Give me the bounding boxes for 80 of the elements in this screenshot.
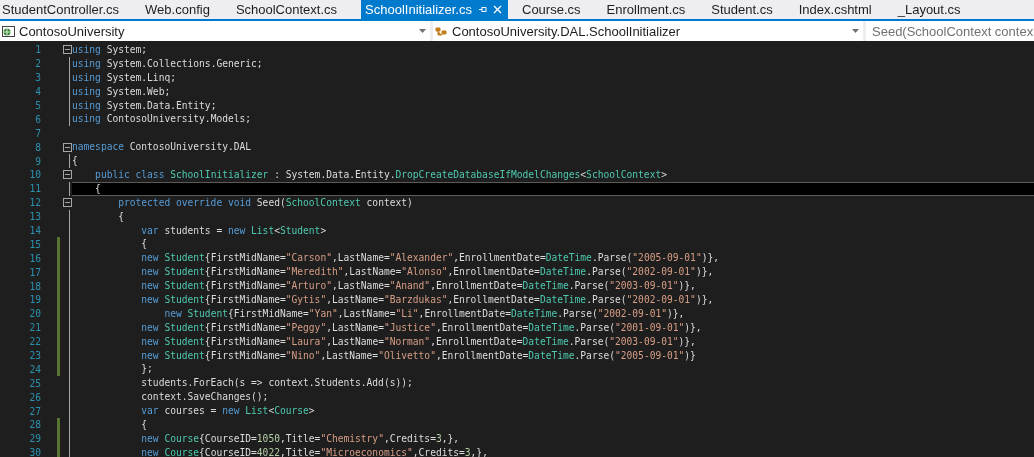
code-line: new Student{FirstMidName="Meredith",LastName="Alonso",EnrollmentDate=DateTime.Parse("2002-09-01")}, [140,265,715,280]
code-line: namespace ContosoUniversity.DAL [72,140,253,155]
code-line: context.SaveChanges(); [140,390,270,405]
line-number: 10 [28,169,41,181]
line-number: 29 [28,433,41,445]
line-number: 4 [34,86,41,98]
line-number: 22 [28,336,41,348]
file-tab[interactable]: SchoolContext.cs [233,0,350,19]
code-line: new Student{FirstMidName="Yan",LastName="Li",EnrollmentDate=DateTime.Parse("2002-09-01")}, [163,306,686,321]
line-number: 6 [34,113,41,125]
line-number: 20 [28,308,41,320]
line-number: 2 [34,58,41,70]
file-tab[interactable]: _Layout.cs [895,0,973,19]
file-tab[interactable]: Student.cs [709,0,785,19]
file-tab[interactable]: Course.cs [520,0,593,19]
code-line: using System.Collections.Generic; [72,56,264,71]
line-number: 24 [28,363,41,375]
line-number: 7 [34,127,41,139]
code-line: new Course{CourseID=1050,Title="Chemistry",Credits=3,}, [140,431,461,446]
collapse-icon[interactable] [62,45,72,55]
code-line: { [140,237,149,252]
line-number: 15 [28,238,41,250]
code-line: var students = new List<Student> [140,223,328,238]
code-line: }; [140,362,154,377]
file-tab[interactable]: Index.cshtml [796,0,884,19]
code-line: new Student{FirstMidName="Peggy",LastName="Justice",EnrollmentDate=DateTime.Parse("2001-09-01")}, [140,320,703,335]
line-number: 18 [28,280,41,292]
line-number: 8 [34,141,41,153]
line-number: 9 [34,155,41,167]
line-number: 27 [28,405,41,417]
file-tab[interactable]: SchoolInitializer.cs [361,0,508,19]
line-number: 17 [28,266,41,278]
line-number: 19 [28,294,41,306]
code-line: new Student{FirstMidName="Arturo",LastName="Anand",EnrollmentDate=DateTime.Parse("2003-09-01")}, [140,279,697,294]
code-line: { [72,154,79,168]
dropdown-caret-icon[interactable] [419,29,426,33]
line-number: 16 [28,252,41,264]
project-dropdown[interactable]: ContosoUniversity [0,21,430,41]
file-tab[interactable]: StudentController.cs [0,0,132,19]
code-line: public class SchoolInitializer : System.Data.Entity.DropCreateDatabaseIfModelChanges<SchoolContext> [94,168,668,182]
line-number: 21 [28,322,41,334]
line-number: 14 [28,225,41,236]
project-icon [2,25,15,37]
collapse-icon[interactable] [62,170,72,180]
line-number: 12 [28,197,41,209]
line-number: 13 [28,211,41,223]
code-line: new Student{FirstMidName="Carson",LastName="Alexander",EnrollmentDate=DateTime.Parse("2005-09-01")}, [140,251,720,266]
file-tab[interactable]: Web.config [143,0,222,19]
code-line: using System.Data.Entity; [72,98,218,113]
close-icon[interactable] [493,5,502,14]
code-line: var courses = new List<Course> [140,404,316,419]
line-number: 26 [28,391,41,403]
type-dropdown[interactable]: ContosoUniversity.DAL.SchoolInitializer [433,21,863,41]
line-number: 1 [34,44,41,56]
code-line: { [117,209,125,224]
dropdown-caret-icon[interactable] [852,29,859,33]
code-line: using System.Web; [72,84,172,99]
line-number: 11 [28,183,41,195]
member-dropdown[interactable]: Seed(SchoolContext contex [866,21,1034,41]
pin-icon[interactable] [478,5,487,14]
class-icon [435,25,448,37]
code-line: students.ForEach(s => context.Students.Add(s)); [140,376,414,391]
line-number: 28 [28,419,41,431]
line-number: 25 [28,377,41,389]
code-line: new Student{FirstMidName="Laura",LastName="Norman",EnrollmentDate=DateTime.Parse("2003-09-01")}, [140,334,697,349]
code-line: new Course{CourseID=4022,Title="Microeconomics",Credits=3,}, [140,445,489,457]
code-line: using System.Linq; [72,70,177,85]
line-number: 30 [28,447,41,457]
collapse-icon[interactable] [62,142,72,152]
code-line: new Student{FirstMidName="Gytis",LastName="Barzdukas",EnrollmentDate=DateTime.Parse("2002-09-01")}, [140,293,715,307]
line-number: 3 [34,72,41,84]
line-number: 23 [28,350,41,362]
code-line: { [140,418,149,432]
line-number: 5 [34,100,41,111]
code-line: protected override void Seed(SchoolContext context) [117,195,414,210]
code-line: using System; [72,43,149,57]
file-tab[interactable]: Enrollment.cs [604,0,698,19]
code-line: new Student{FirstMidName="Nino",LastName="Olivetto",EnrollmentDate=DateTime.Parse("2005-09-01")} [140,348,697,363]
code-line: using ContosoUniversity.Models; [72,112,253,127]
collapse-icon[interactable] [62,198,72,208]
